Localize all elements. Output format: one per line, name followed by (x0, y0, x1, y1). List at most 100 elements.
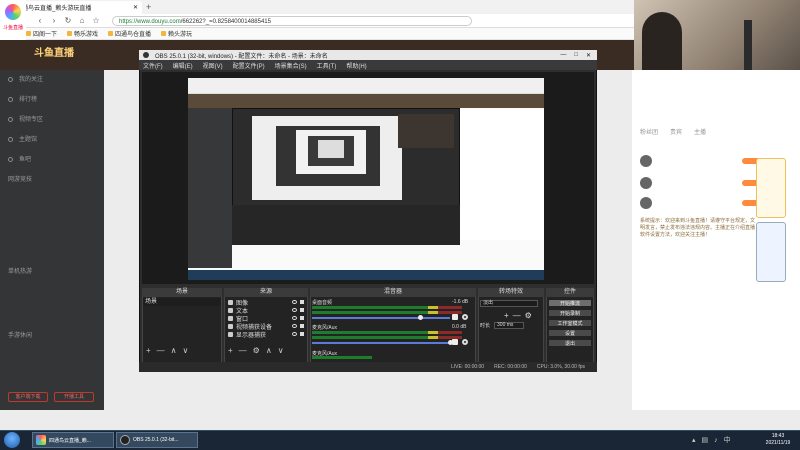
back-icon[interactable]: ‹ (36, 16, 44, 25)
lock-icon[interactable] (300, 332, 304, 336)
camera-source-icon (228, 323, 233, 329)
scene-item[interactable]: 场景 (143, 298, 221, 306)
speaker-icon[interactable] (452, 339, 458, 345)
menu-profile[interactable]: 配置文件(P) (233, 61, 265, 70)
app-logo-badge[interactable]: 斗鱼直播 (0, 0, 26, 40)
clock-time: 18:43 (771, 433, 785, 439)
visibility-icon[interactable] (292, 308, 297, 312)
visibility-icon[interactable] (292, 332, 297, 336)
rec-timer: REC: 00:00:00 (494, 364, 527, 370)
remove-scene-button[interactable]: — (157, 346, 165, 355)
forward-icon[interactable]: › (50, 16, 58, 25)
network-icon[interactable]: ▤ (702, 436, 709, 444)
duration-input[interactable]: 300 ms (494, 322, 525, 329)
menu-help[interactable]: 帮助(H) (346, 61, 366, 70)
nav-item[interactable]: 鱼吧 (8, 154, 31, 163)
visibility-icon[interactable] (292, 300, 297, 304)
new-tab-button[interactable]: + (146, 2, 156, 12)
start-button[interactable] (4, 432, 20, 448)
bookmark-item[interactable]: 赖头游玩 (161, 29, 192, 38)
move-down-button[interactable]: ∨ (278, 346, 284, 355)
menu-scene-collection[interactable]: 场景集合(S) (275, 61, 307, 70)
volume-slider[interactable] (312, 317, 450, 319)
move-up-button[interactable]: ∧ (266, 346, 272, 355)
taskbar-item-browser[interactable]: 四通鸟云直播_赖... (32, 432, 114, 448)
bookmark-star-icon[interactable]: ☆ (92, 16, 100, 25)
home-icon[interactable]: ⌂ (78, 16, 86, 25)
add-scene-button[interactable]: + (146, 346, 151, 355)
url-field[interactable]: https://www.douyu.com/662262?_=0.8258400… (112, 15, 472, 26)
lock-icon[interactable] (300, 308, 304, 312)
menu-edit[interactable]: 编辑(E) (173, 61, 193, 70)
tab-close-icon[interactable]: ✕ (133, 4, 138, 11)
chat-tab[interactable]: 贵宾 (670, 127, 682, 136)
scenes-dock-title: 场景 (142, 288, 222, 297)
channel-settings-icon[interactable] (462, 314, 468, 320)
add-transition-button[interactable]: + (504, 311, 509, 320)
volume-slider-handle[interactable] (418, 315, 423, 320)
event-promo-panel[interactable] (756, 222, 786, 282)
studio-mode-button[interactable]: 工作室模式 (548, 319, 592, 327)
section-title: 网游竞技 (8, 177, 33, 183)
streaming-tool-button[interactable]: 开播工具 (54, 392, 94, 402)
obs-title-bar[interactable]: OBS 25.0.1 (32-bit, windows) - 配置文件：未命名 … (139, 50, 597, 60)
transition-settings-icon[interactable]: ⚙ (525, 311, 532, 320)
visibility-icon[interactable] (292, 324, 297, 328)
mixer-channel-db: -1.6 dB (452, 299, 469, 305)
move-up-button[interactable]: ∧ (171, 346, 177, 355)
bookmark-item[interactable]: 四阁一下 (26, 29, 57, 38)
chat-tab[interactable]: 主播 (694, 127, 706, 136)
remove-transition-button[interactable]: — (513, 311, 521, 320)
nav-item[interactable]: 主题馆 (8, 134, 37, 143)
remove-source-button[interactable]: — (239, 346, 247, 355)
transition-select[interactable]: 淡出 (480, 300, 538, 307)
gift-promo-panel[interactable] (756, 158, 786, 218)
settings-button[interactable]: 设置 (548, 329, 592, 337)
tray-expand-icon[interactable]: ▴ (692, 436, 696, 444)
reload-icon[interactable]: ↻ (64, 16, 72, 25)
nav-item[interactable]: 视频专区 (8, 114, 43, 123)
source-settings-icon[interactable]: ⚙ (253, 346, 260, 355)
nav-item[interactable]: 我的关注 (8, 74, 43, 83)
fan-rank-row[interactable] (640, 196, 760, 210)
bookmark-item[interactable]: 畅乐游戏 (67, 29, 98, 38)
fan-rank-row[interactable] (640, 154, 760, 168)
lock-icon[interactable] (300, 316, 304, 320)
close-icon[interactable]: ✕ (586, 52, 591, 59)
bookmark-item[interactable]: 四通鸟仓直播 (108, 29, 151, 38)
lock-icon[interactable] (300, 324, 304, 328)
maximize-icon[interactable]: □ (574, 52, 578, 59)
scenes-toolbar: + — ∧ ∨ (146, 346, 188, 355)
source-item[interactable]: 显示器捕获 (226, 330, 306, 339)
start-streaming-button[interactable]: 开始推流 (548, 299, 592, 307)
bookmark-folder-icon (108, 31, 114, 36)
visibility-icon[interactable] (292, 316, 297, 320)
start-recording-button[interactable]: 开始录制 (548, 309, 592, 317)
chat-tab[interactable]: 粉丝团 (640, 127, 658, 136)
nav-label: 鱼吧 (19, 157, 32, 163)
clock[interactable]: 18:43 2021/11/19 (758, 433, 798, 447)
speaker-icon[interactable] (452, 314, 458, 320)
minimize-icon[interactable]: — (560, 52, 566, 59)
site-logo[interactable]: 斗鱼直播 (34, 44, 134, 66)
bookmark-folder-icon (161, 31, 167, 36)
add-source-button[interactable]: + (228, 346, 233, 355)
duration-label: 时长 (480, 323, 491, 329)
volume-icon[interactable]: ♪ (714, 437, 718, 444)
client-download-button[interactable]: 客户端下载 (8, 392, 48, 402)
menu-file[interactable]: 文件(F) (143, 61, 163, 70)
nav-item[interactable]: 排行榜 (8, 94, 37, 103)
volume-slider[interactable] (312, 342, 450, 344)
nav-icon (8, 156, 13, 162)
monitor-source-icon (228, 331, 233, 337)
channel-settings-icon[interactable] (462, 339, 468, 345)
exit-button[interactable]: 退出 (548, 339, 592, 347)
move-down-button[interactable]: ∨ (183, 346, 189, 355)
fan-rank-row[interactable] (640, 176, 760, 190)
menu-view[interactable]: 视图(V) (203, 61, 223, 70)
lock-icon[interactable] (300, 300, 304, 304)
ime-icon[interactable]: 中 (724, 435, 731, 445)
menu-tools[interactable]: 工具(T) (317, 61, 337, 70)
taskbar-item-obs[interactable]: OBS 25.0.1 (32-bit... (116, 432, 198, 448)
tab-title: 四通鸟云直播_赖头游玩直播 (16, 6, 92, 12)
